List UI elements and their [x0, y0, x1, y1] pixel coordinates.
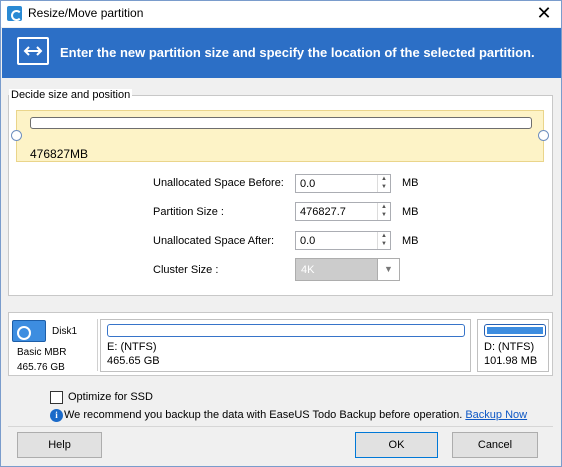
slider-size-label: 476827MB — [30, 147, 89, 161]
right-resize-handle[interactable] — [538, 130, 549, 141]
instruction-banner: Enter the new partition size and specify… — [2, 28, 561, 78]
divider — [97, 319, 98, 371]
partition-size: 465.65 GB — [107, 355, 160, 367]
before-spinner[interactable]: ▲ ▼ — [377, 175, 390, 192]
partition-usage-bar — [484, 324, 546, 337]
help-button[interactable]: Help — [17, 432, 102, 458]
spin-down-icon[interactable]: ▼ — [378, 240, 390, 248]
size-value: 476827.7 — [300, 206, 346, 218]
cancel-button[interactable]: Cancel — [452, 432, 538, 458]
app-icon — [7, 6, 22, 21]
partition-size: 101.98 MB — [484, 355, 538, 367]
unallocated-after-input[interactable]: 0.0 ▲ ▼ — [295, 231, 391, 250]
after-value: 0.0 — [300, 235, 316, 247]
partition-size-input[interactable]: 476827.7 ▲ ▼ — [295, 202, 391, 221]
disk-name: Disk1 — [52, 326, 78, 337]
after-label: Unallocated Space After: — [153, 235, 275, 247]
before-label: Unallocated Space Before: — [153, 177, 284, 189]
partition-label: E: (NTFS) — [107, 341, 157, 353]
after-spinner[interactable]: ▲ ▼ — [377, 232, 390, 249]
spin-down-icon[interactable]: ▼ — [378, 183, 390, 191]
spin-down-icon[interactable]: ▼ — [378, 211, 390, 219]
cluster-label: Cluster Size : — [153, 264, 219, 276]
spin-up-icon[interactable]: ▲ — [378, 175, 390, 183]
disk-type: Basic MBR — [17, 347, 67, 358]
usage-fill — [487, 327, 543, 334]
ok-button[interactable]: OK — [355, 432, 438, 458]
after-unit: MB — [402, 235, 419, 247]
cluster-value: 4K — [301, 264, 315, 276]
partition-usage-bar — [107, 324, 465, 337]
optimize-ssd-label[interactable]: Optimize for SSD — [68, 391, 153, 403]
size-unit: MB — [402, 206, 419, 218]
spin-up-icon[interactable]: ▲ — [378, 203, 390, 211]
close-button[interactable]: ✕ — [533, 3, 555, 25]
before-value: 0.0 — [300, 178, 316, 190]
left-resize-handle[interactable] — [11, 130, 22, 141]
backup-now-link[interactable]: Backup Now — [465, 409, 527, 421]
size-spinner[interactable]: ▲ ▼ — [377, 203, 390, 220]
partition-slider[interactable]: 476827MB — [16, 110, 544, 162]
backup-recommendation: We recommend you backup the data with Ea… — [64, 409, 527, 421]
chevron-down-icon[interactable]: ▼ — [377, 259, 399, 280]
disk-capacity: 465.76 GB — [17, 362, 65, 373]
unallocated-before-input[interactable]: 0.0 ▲ ▼ — [295, 174, 391, 193]
partition-e[interactable]: E: (NTFS) 465.65 GB — [100, 319, 471, 372]
cluster-size-select[interactable]: 4K ▼ — [295, 258, 400, 281]
size-label: Partition Size : — [153, 206, 224, 218]
partition-d[interactable]: D: (NTFS) 101.98 MB — [477, 319, 549, 372]
spin-up-icon[interactable]: ▲ — [378, 232, 390, 240]
title-bar: Resize/Move partition ✕ — [1, 1, 561, 27]
resize-arrows-icon — [17, 37, 49, 65]
group-title: Decide size and position — [9, 89, 133, 101]
window-title: Resize/Move partition — [28, 6, 144, 20]
partition-bar[interactable] — [30, 117, 532, 129]
disk-icon — [12, 320, 46, 342]
info-icon: i — [50, 409, 63, 422]
info-text: We recommend you backup the data with Ea… — [64, 409, 463, 421]
banner-text: Enter the new partition size and specify… — [60, 45, 535, 60]
before-unit: MB — [402, 177, 419, 189]
optimize-ssd-checkbox[interactable] — [50, 391, 63, 404]
partition-label: D: (NTFS) — [484, 341, 535, 353]
